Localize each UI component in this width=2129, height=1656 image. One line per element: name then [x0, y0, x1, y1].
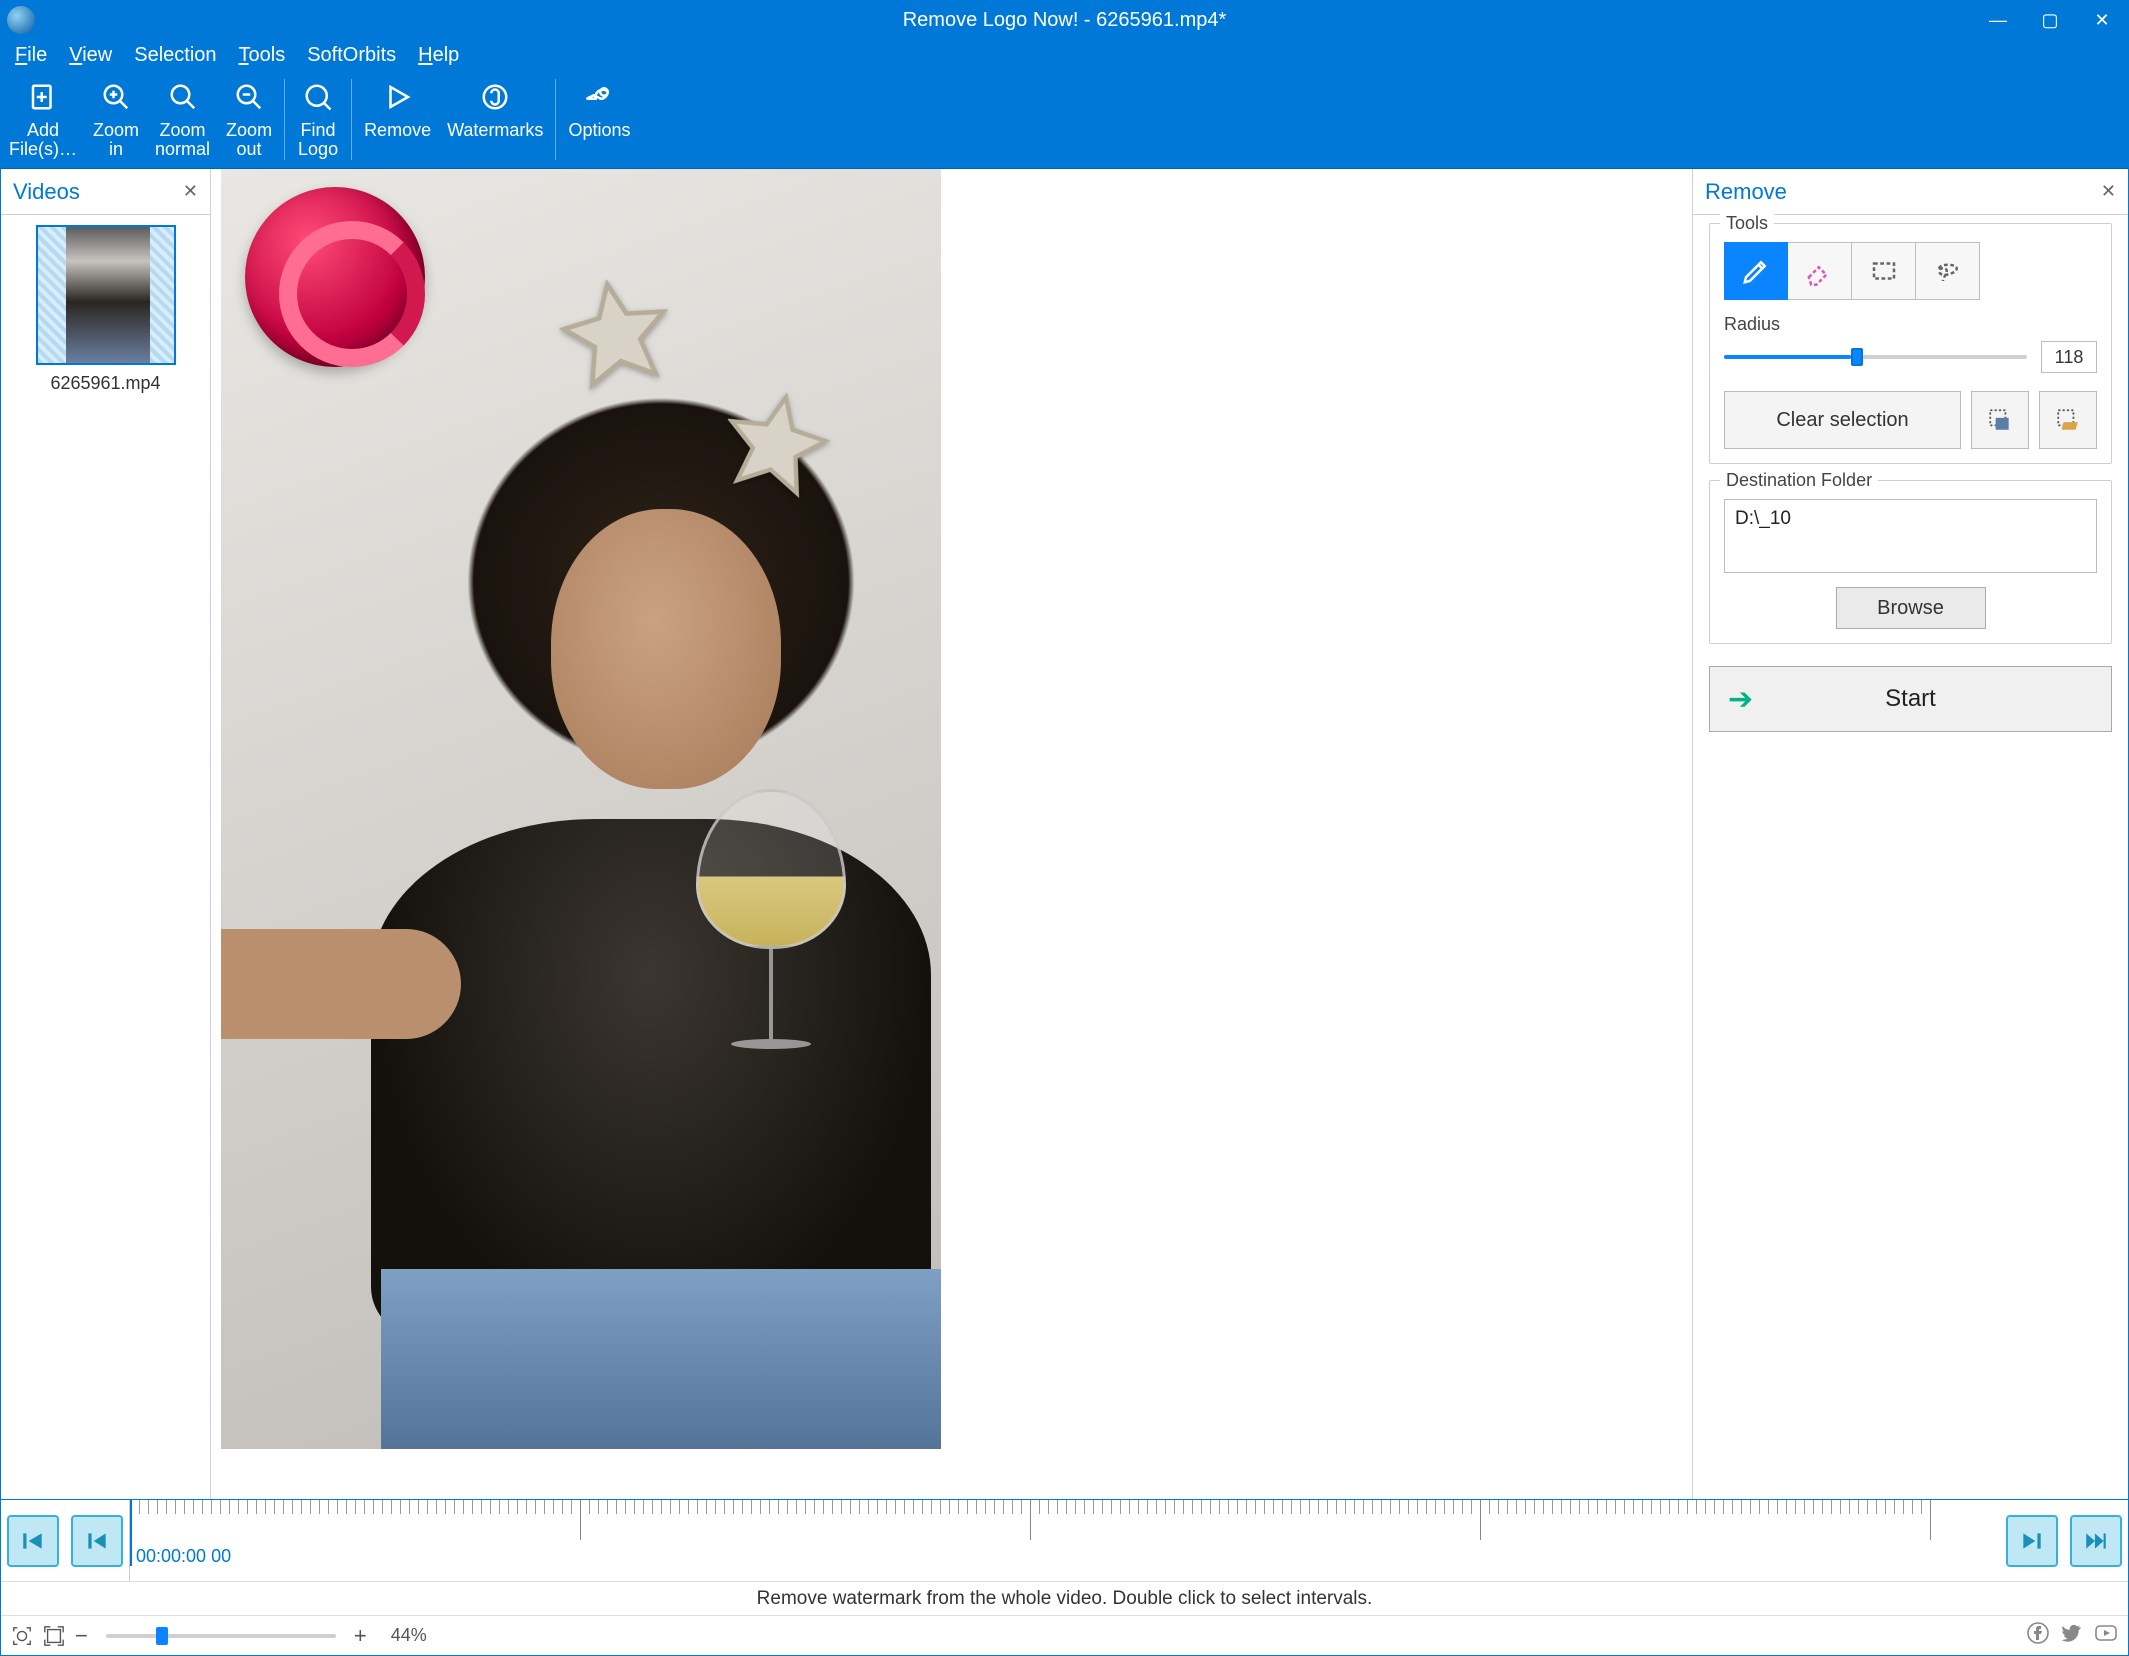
zoom-minus[interactable]: − [75, 1623, 88, 1649]
video-frame [221, 169, 941, 1449]
browse-button[interactable]: Browse [1836, 587, 1986, 629]
save-selection-button[interactable] [1971, 391, 2029, 449]
radius-value[interactable]: 118 [2041, 341, 2097, 373]
toolbar-separator [284, 79, 285, 160]
video-filename: 6265961.mp4 [50, 373, 160, 394]
video-list: 6265961.mp4 [1, 215, 210, 404]
zoom-in-icon [101, 77, 131, 117]
find-logo-icon [303, 77, 333, 117]
lasso-tool[interactable] [1916, 242, 1980, 300]
find-logo-button[interactable]: Find Logo [289, 71, 347, 168]
clear-selection-button[interactable]: Clear selection [1724, 391, 1961, 449]
options-button[interactable]: Options [560, 71, 638, 168]
zoom-in-button[interactable]: Zoom in [85, 71, 147, 168]
remove-panel-close[interactable]: ✕ [2101, 181, 2116, 202]
videos-panel-title: Videos [13, 179, 80, 205]
radius-slider[interactable] [1724, 355, 2027, 359]
start-button[interactable]: ➔ Start [1709, 666, 2112, 732]
zoom-normal-icon [168, 77, 198, 117]
wine-glass [691, 789, 851, 1069]
title-bar: Remove Logo Now! - 6265961.mp4* ― ▢ ✕ [1, 1, 2128, 39]
remove-panel-title: Remove [1705, 179, 1787, 205]
remove-panel-header: Remove ✕ [1693, 169, 2128, 215]
status-bar: − + 44% [1, 1615, 2128, 1655]
twitter-icon[interactable] [2060, 1621, 2084, 1651]
timeline-cursor[interactable] [130, 1500, 132, 1566]
timeline-hint: Remove watermark from the whole video. D… [1, 1581, 2128, 1615]
eraser-tool[interactable] [1788, 242, 1852, 300]
timeline: 00:00:00 00 [1, 1499, 2128, 1581]
rectangle-select-tool[interactable] [1852, 242, 1916, 300]
start-arrow-icon: ➔ [1728, 682, 1753, 717]
logo-overlay [245, 187, 425, 367]
forward-end-button[interactable] [2070, 1515, 2122, 1567]
menu-selection[interactable]: Selection [134, 44, 216, 67]
menu-bar: File View Selection Tools SoftOrbits Hel… [1, 39, 2128, 71]
toolbar-separator [351, 79, 352, 160]
watermarks-icon [480, 77, 510, 117]
main-area: Videos ✕ 6265961.mp4 [1, 169, 2128, 1499]
load-selection-button[interactable] [2039, 391, 2097, 449]
play-icon [383, 77, 413, 117]
window-title: Remove Logo Now! - 6265961.mp4* [903, 9, 1227, 32]
star-decoration [714, 382, 838, 506]
zoom-normal-button[interactable]: Zoom normal [147, 71, 218, 168]
zoom-out-icon [234, 77, 264, 117]
timeline-time: 00:00:00 00 [136, 1546, 231, 1567]
videos-panel-close[interactable]: ✕ [183, 181, 198, 202]
marker-tool[interactable] [1724, 242, 1788, 300]
menu-softorbits[interactable]: SoftOrbits [307, 44, 396, 67]
options-icon [584, 77, 614, 117]
videos-panel: Videos ✕ 6265961.mp4 [1, 169, 211, 1499]
tools-group-title: Tools [1720, 213, 1774, 234]
destination-path[interactable]: D:\_10 [1724, 499, 2097, 573]
step-forward-button[interactable] [2006, 1515, 2058, 1567]
zoom-plus[interactable]: + [354, 1623, 367, 1649]
fit-screen-icon[interactable] [11, 1625, 33, 1647]
videos-panel-header: Videos ✕ [1, 169, 210, 215]
facebook-icon[interactable] [2026, 1621, 2050, 1651]
app-icon [7, 6, 35, 34]
minimize-button[interactable]: ― [1972, 1, 2024, 39]
timeline-track[interactable]: 00:00:00 00 [129, 1500, 2000, 1581]
menu-tools[interactable]: Tools [239, 44, 286, 67]
close-button[interactable]: ✕ [2076, 1, 2128, 39]
destination-group: Destination Folder D:\_10 Browse [1709, 480, 2112, 644]
menu-view[interactable]: View [69, 44, 112, 67]
step-back-button[interactable] [71, 1515, 123, 1567]
actual-size-icon[interactable] [43, 1625, 65, 1647]
add-files-button[interactable]: Add File(s)… [1, 71, 85, 168]
remove-panel: Remove ✕ Tools Radius [1692, 169, 2128, 1499]
toolbar: Add File(s)… Zoom in Zoom normal Zoom ou… [1, 71, 2128, 169]
video-thumbnail[interactable] [36, 225, 176, 365]
tools-group: Tools Radius [1709, 223, 2112, 464]
menu-file[interactable]: File [15, 44, 47, 67]
menu-help[interactable]: Help [418, 44, 459, 67]
zoom-slider[interactable] [106, 1634, 336, 1638]
star-decoration [552, 270, 679, 397]
remove-button[interactable]: Remove [356, 71, 439, 168]
rewind-start-button[interactable] [7, 1515, 59, 1567]
preview-canvas[interactable] [211, 169, 1692, 1499]
add-files-icon [28, 77, 58, 117]
watermarks-button[interactable]: Watermarks [439, 71, 551, 168]
destination-label: Destination Folder [1720, 470, 1878, 491]
youtube-icon[interactable] [2094, 1621, 2118, 1651]
zoom-percent: 44% [391, 1625, 427, 1646]
radius-label: Radius [1724, 314, 2097, 335]
maximize-button[interactable]: ▢ [2024, 1, 2076, 39]
zoom-out-button[interactable]: Zoom out [218, 71, 280, 168]
toolbar-separator [555, 79, 556, 160]
